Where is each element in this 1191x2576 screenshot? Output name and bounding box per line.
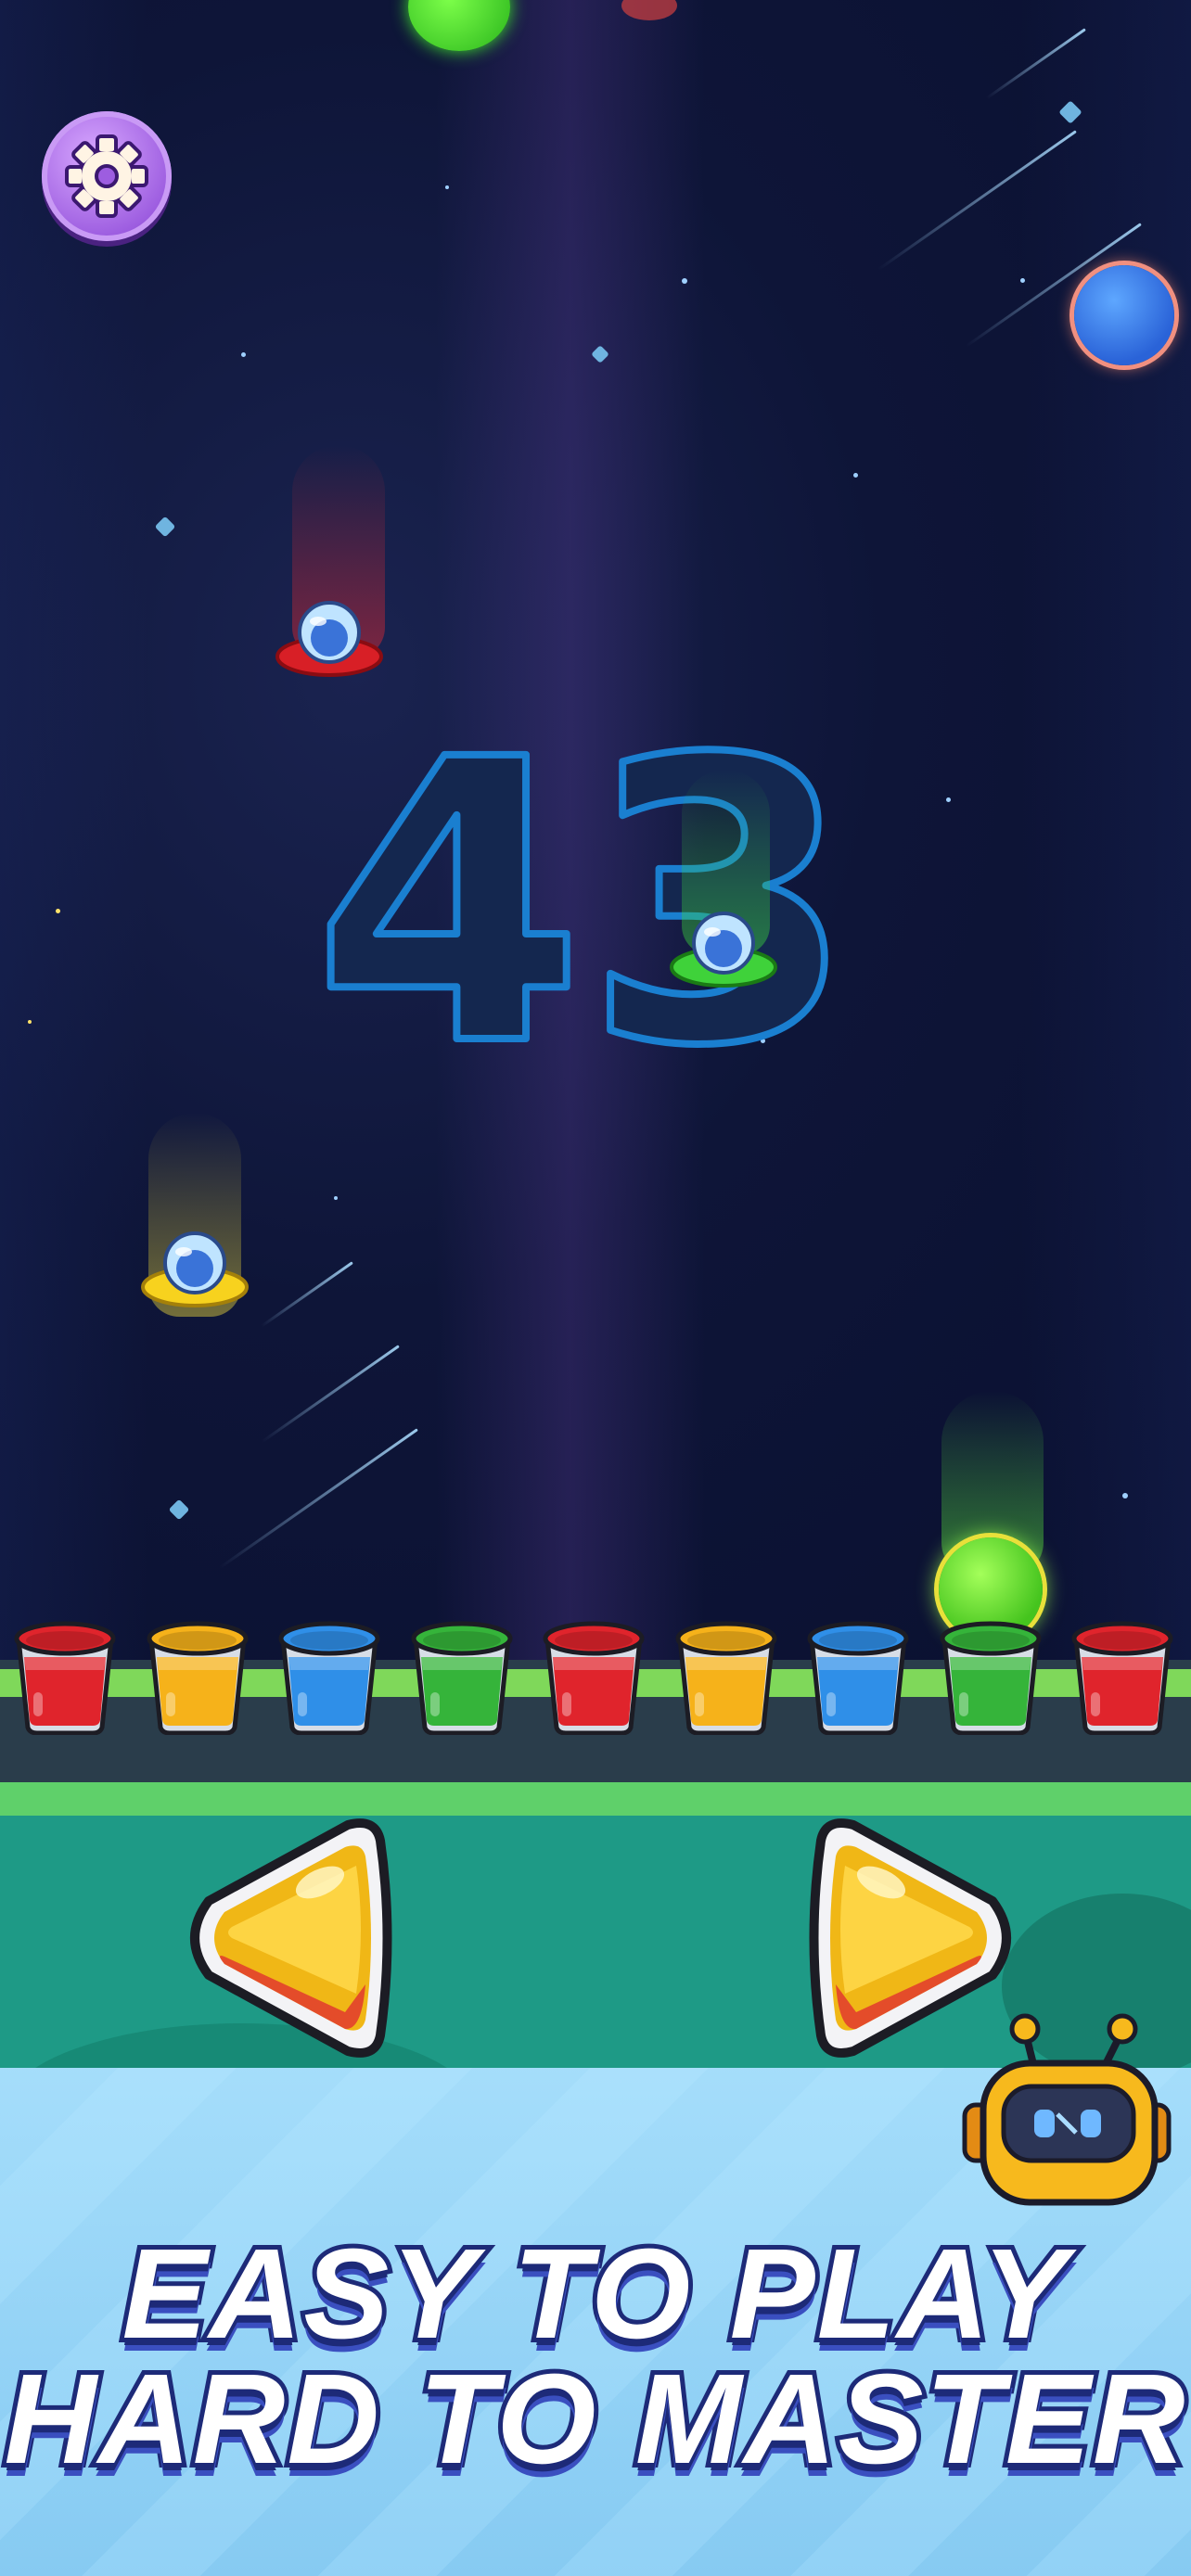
meteor-streak <box>261 1345 400 1443</box>
star <box>682 278 687 284</box>
paint-bucket-green[interactable] <box>937 1618 1044 1736</box>
star <box>1020 278 1025 283</box>
left-arrow-icon <box>190 1818 392 2058</box>
light-beam <box>0 0 148 1669</box>
star <box>28 1020 32 1024</box>
paint-bucket-green[interactable] <box>408 1618 516 1736</box>
star <box>334 1196 338 1200</box>
meteor-streak <box>219 1428 418 1569</box>
paint-bucket-blue[interactable] <box>804 1618 912 1736</box>
green-ufo <box>668 895 779 997</box>
star <box>154 516 176 538</box>
left-arrow-button[interactable] <box>167 1808 408 2068</box>
star <box>445 185 449 189</box>
paint-bucket-red[interactable] <box>1069 1618 1176 1736</box>
star <box>56 909 60 913</box>
robot-mascot <box>946 2012 1187 2225</box>
paint-bucket-red[interactable] <box>540 1618 647 1736</box>
red-ufo <box>274 584 385 686</box>
paint-bucket-yellow[interactable] <box>672 1618 780 1736</box>
paint-bucket-blue[interactable] <box>275 1618 383 1736</box>
blue-planet <box>1074 265 1174 365</box>
light-beam <box>1020 0 1191 1669</box>
star <box>946 797 951 802</box>
gear-icon <box>65 134 148 218</box>
tagline-line2: HARD TO MASTER <box>0 2343 1190 2495</box>
star <box>168 1498 190 1521</box>
paint-bucket-red[interactable] <box>11 1618 119 1736</box>
paint-bucket-yellow[interactable] <box>144 1618 251 1736</box>
settings-button[interactable] <box>42 111 172 241</box>
score-display: 43 <box>278 674 890 1135</box>
meteor-streak <box>260 1261 353 1328</box>
star <box>853 473 858 478</box>
star <box>241 352 246 357</box>
yellow-ufo <box>139 1215 250 1317</box>
star <box>1122 1493 1128 1498</box>
